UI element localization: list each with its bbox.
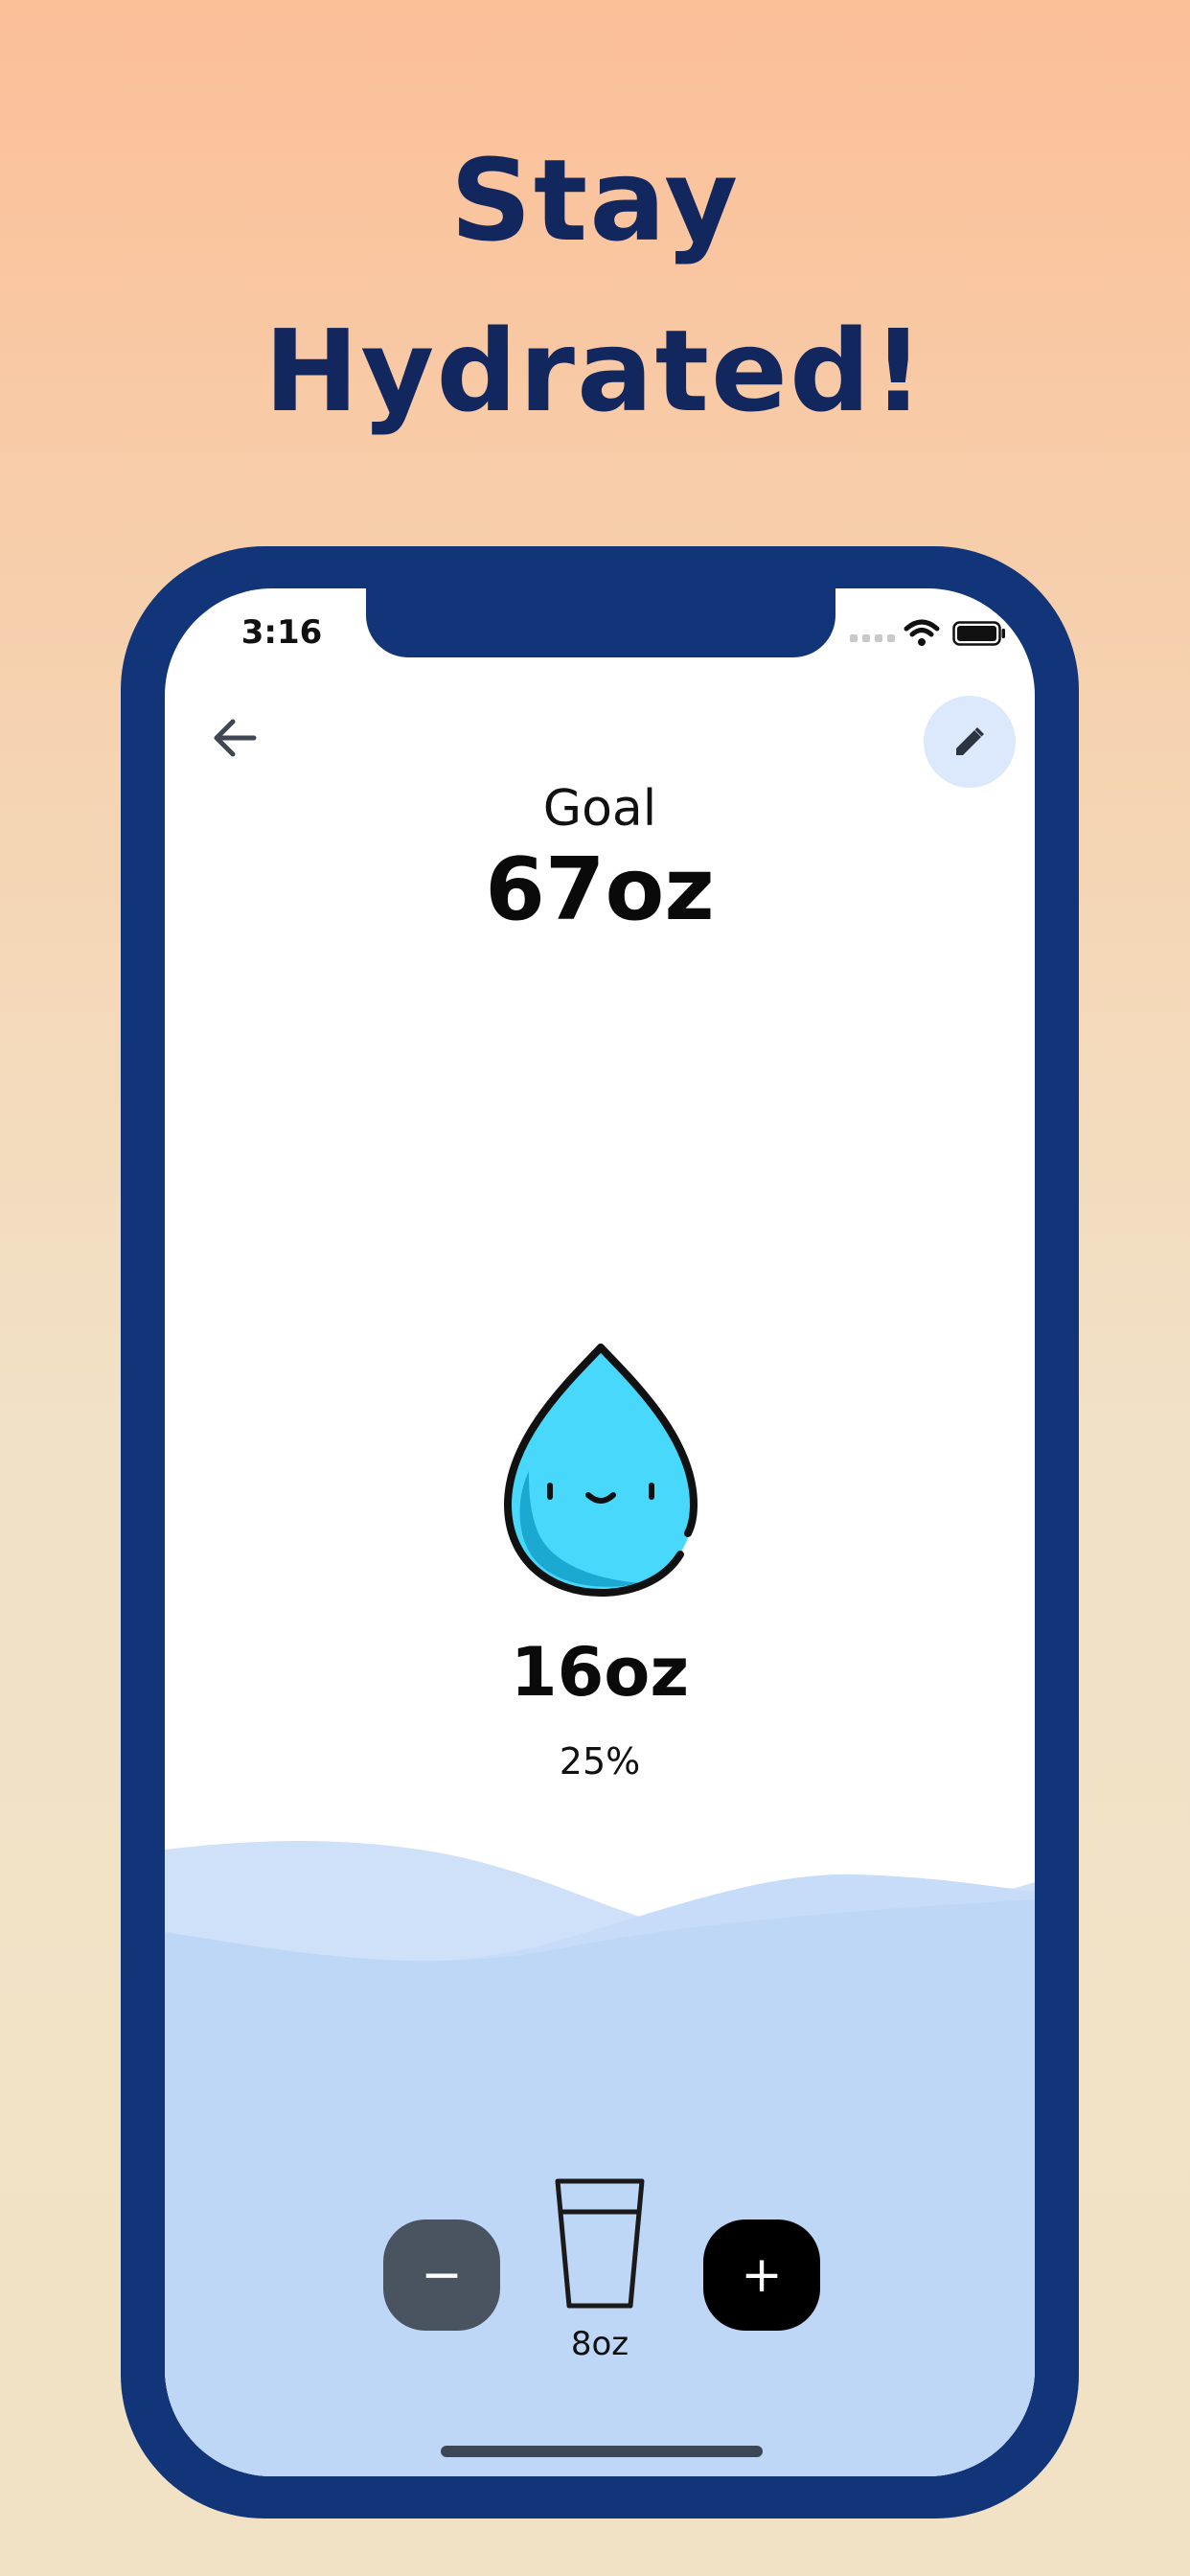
arrow-left-icon (214, 719, 257, 757)
app-screen: 3:16 Goal 67oz 16oz 25% − 8oz + (165, 588, 1035, 2476)
cellular-signal-icon (850, 634, 895, 642)
decrease-button[interactable]: − (383, 2220, 500, 2331)
minus-icon: − (421, 2246, 463, 2304)
edit-goal-button[interactable] (924, 696, 1016, 788)
headline: Stay Hydrated! (0, 115, 1190, 456)
glass-icon[interactable] (554, 2177, 646, 2312)
progress-percent: 25% (559, 1740, 641, 1782)
goal-label: Goal (542, 780, 657, 838)
back-button[interactable] (203, 707, 264, 769)
consumed-amount: 16oz (510, 1633, 690, 1712)
wifi-icon (904, 619, 940, 646)
plus-icon: + (741, 2246, 783, 2304)
serving-size-label: 8oz (570, 2325, 629, 2363)
status-time: 3:16 (240, 613, 323, 652)
water-drop-mascot-icon (503, 1344, 698, 1598)
notch (366, 588, 835, 657)
home-indicator[interactable] (441, 2446, 763, 2457)
phone-frame: 3:16 Goal 67oz 16oz 25% − 8oz + (121, 546, 1079, 2518)
headline-line-2: Hydrated! (263, 305, 927, 437)
water-level-waves (165, 1840, 1035, 2476)
headline-line-1: Stay (449, 134, 741, 266)
pencil-icon (956, 727, 984, 755)
battery-icon (952, 621, 1005, 646)
increase-button[interactable]: + (703, 2220, 820, 2331)
goal-value: 67oz (485, 840, 715, 940)
